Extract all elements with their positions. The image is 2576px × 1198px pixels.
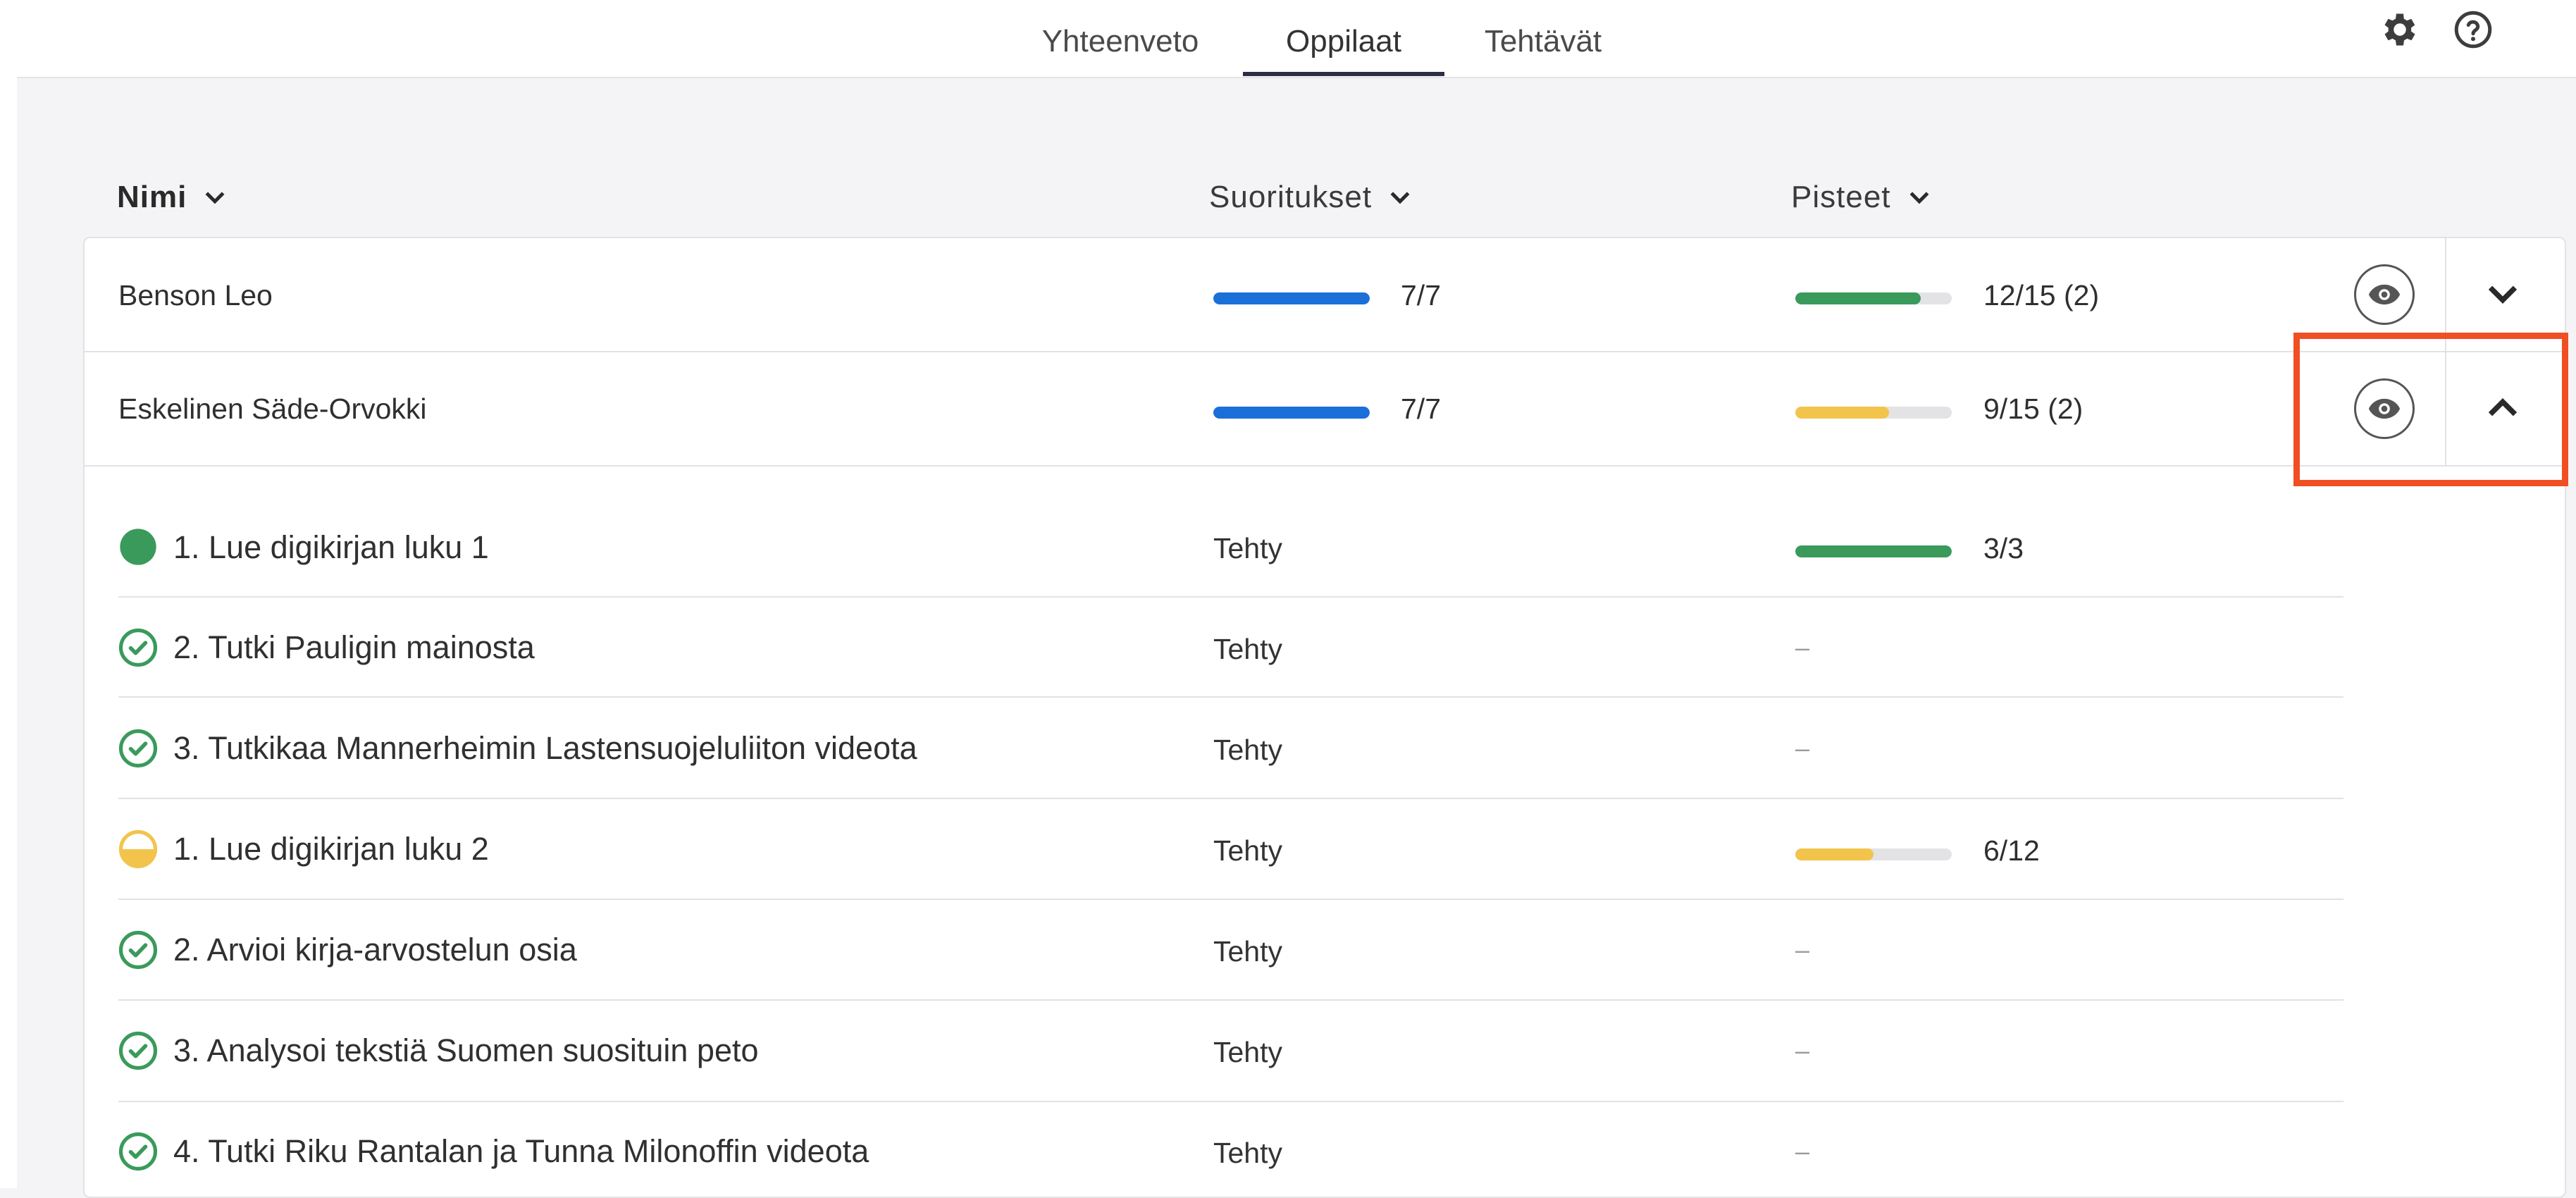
points-bar (1795, 292, 1952, 304)
help-icon[interactable] (2452, 8, 2494, 51)
points-bar (1795, 407, 1952, 419)
task-title[interactable]: 1. Lue digikirjan luku 2 (173, 831, 489, 867)
task-divider (118, 898, 2343, 900)
completion-value: 7/7 (1401, 279, 1441, 311)
completion-bar (1213, 407, 1370, 419)
check-circle-icon (118, 729, 158, 768)
completion-value: 7/7 (1401, 393, 1441, 425)
check-circle-icon (118, 628, 158, 667)
completion-bar (1213, 292, 1370, 304)
task-divider (118, 1101, 2343, 1102)
task-status: Tehty (1213, 734, 1282, 766)
task-status: Tehty (1213, 633, 1282, 665)
chevron-down-icon (1909, 192, 1928, 204)
column-label-name: Nimi (117, 180, 187, 214)
column-label-points: Pisteet (1791, 180, 1891, 214)
task-title[interactable]: 2. Arvioi kirja-arvostelun osia (173, 932, 577, 968)
column-header-points[interactable]: Pisteet (1791, 173, 1933, 222)
half-circle-icon (118, 829, 158, 869)
tab-summary[interactable]: Yhteenveto (1022, 7, 1219, 76)
task-points: – (1795, 734, 1810, 762)
points-value: 9/15 (2) (1983, 393, 2083, 425)
task-title[interactable]: 3. Tutkikaa Mannerheimin Lastensuojeluli… (173, 730, 917, 767)
active-tab-indicator (1243, 72, 1444, 76)
eye-icon (2368, 284, 2401, 305)
task-points: – (1795, 1036, 1810, 1065)
task-points: – (1795, 1137, 1810, 1166)
chevron-down-icon (205, 192, 225, 204)
task-points-bar (1795, 848, 1952, 860)
column-header-name[interactable]: Nimi (117, 173, 229, 222)
task-divider (118, 696, 2343, 698)
task-title[interactable]: 2. Tutki Pauligin mainosta (173, 629, 535, 666)
column-header-completions[interactable]: Suoritukset (1209, 173, 1414, 222)
highlight-box (2293, 333, 2568, 486)
task-title[interactable]: 1. Lue digikirjan luku 1 (173, 529, 489, 566)
column-label-completions: Suoritukset (1209, 180, 1373, 214)
check-circle-icon (118, 1031, 158, 1070)
task-status: Tehty (1213, 834, 1282, 867)
row-divider (83, 465, 2565, 467)
top-divider (17, 77, 2576, 78)
student-name[interactable]: Benson Leo (118, 279, 273, 312)
task-points: – (1795, 633, 1810, 662)
tab-assignments[interactable]: Tehtävät (1466, 7, 1621, 76)
row-divider (83, 351, 2565, 352)
task-points: – (1795, 935, 1810, 964)
task-divider (118, 999, 2343, 1001)
task-title[interactable]: 4. Tutki Riku Rantalan ja Tunna Milonoff… (173, 1133, 869, 1170)
task-status: Tehty (1213, 1137, 1282, 1169)
gear-icon[interactable] (2379, 8, 2421, 51)
expand-row-button[interactable] (2482, 273, 2524, 315)
filled-circle-icon (120, 529, 156, 565)
left-edge (0, 78, 17, 1188)
points-value: 12/15 (2) (1983, 279, 2100, 311)
chevron-down-icon (1390, 192, 1410, 204)
check-circle-icon (118, 1132, 158, 1171)
task-points: 3/3 (1983, 532, 2024, 564)
task-status: Tehty (1213, 532, 1282, 564)
task-points-bar (1795, 545, 1952, 557)
student-name[interactable]: Eskelinen Säde-Orvokki (118, 393, 427, 426)
tab-students[interactable]: Oppilaat (1243, 7, 1444, 76)
check-circle-icon (118, 930, 158, 970)
task-divider (118, 596, 2343, 598)
task-divider (118, 798, 2343, 799)
task-title[interactable]: 3. Analysoi tekstiä Suomen suosituin pet… (173, 1032, 759, 1069)
task-status: Tehty (1213, 1036, 1282, 1068)
view-student-button[interactable] (2354, 264, 2415, 325)
task-status: Tehty (1213, 935, 1282, 968)
task-points: 6/12 (1983, 834, 2040, 867)
